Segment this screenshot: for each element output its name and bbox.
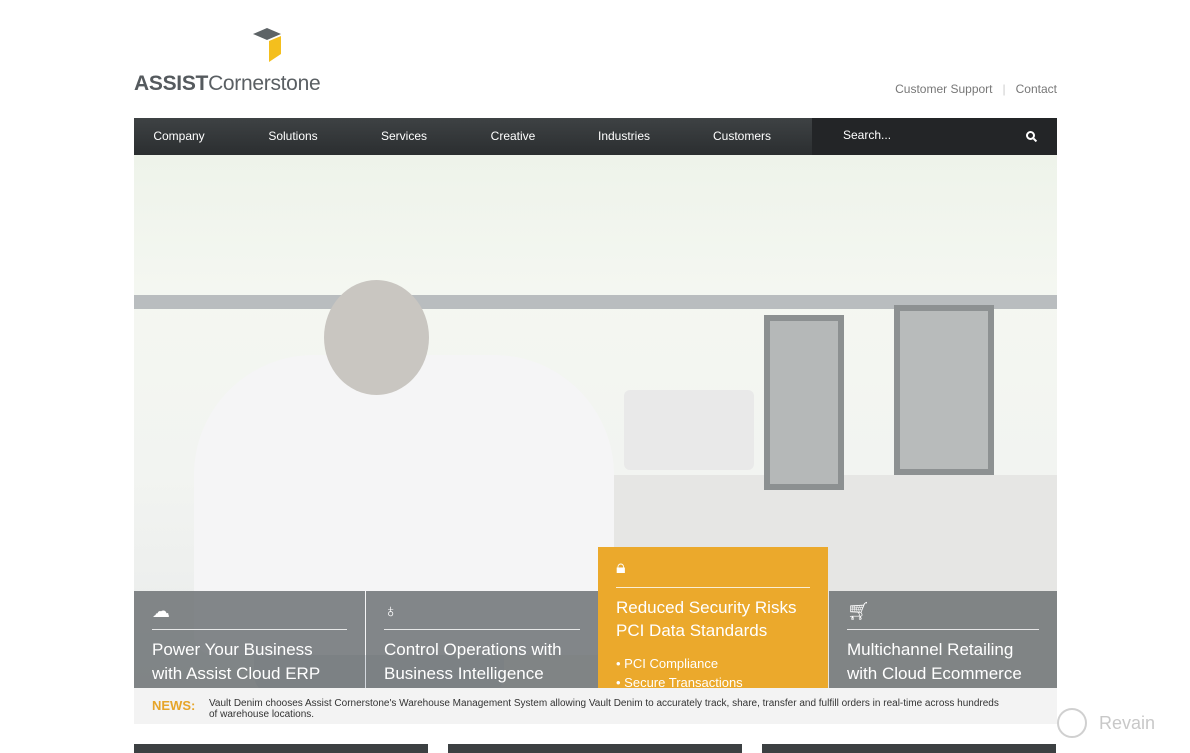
cube-logo-icon — [253, 28, 281, 62]
section-bar — [448, 744, 742, 753]
nav-services[interactable]: Services — [362, 118, 446, 155]
news-text[interactable]: Vault Denim chooses Assist Cornerstone's… — [209, 698, 999, 724]
watermark: Revain — [1057, 708, 1155, 738]
cloud-icon: ☁ — [152, 601, 170, 621]
logo[interactable]: ASSISTCornerstone — [134, 28, 324, 98]
revain-logo-icon — [1057, 708, 1087, 738]
shopping-cart-icon: 🛒︎ — [847, 601, 870, 621]
section-bar — [762, 744, 1056, 753]
tile-security[interactable]: 🔒︎ Reduced Security Risks PCI Data Stand… — [598, 547, 828, 688]
hero-banner: ☁ Power Your Business with Assist Cloud … — [134, 155, 1057, 688]
main-nav: Company Solutions Services Creative Indu… — [134, 118, 1057, 155]
tile-business-intelligence[interactable]: ♁ Control Operations with Business Intel… — [366, 591, 598, 688]
nav-customers[interactable]: Customers — [668, 118, 816, 155]
customer-support-link[interactable]: Customer Support — [895, 82, 992, 96]
lightbulb-icon: ♁ — [384, 601, 398, 621]
news-ticker: NEWS: Vault Denim chooses Assist Corners… — [134, 688, 1057, 724]
divider: | — [1002, 82, 1006, 96]
lock-icon: 🔒︎ — [616, 557, 626, 577]
nav-solutions[interactable]: Solutions — [224, 118, 362, 155]
contact-link[interactable]: Contact — [1016, 82, 1057, 96]
nav-creative[interactable]: Creative — [446, 118, 580, 155]
nav-company[interactable]: Company — [134, 118, 224, 155]
nav-industries[interactable]: Industries — [580, 118, 668, 155]
section-bar — [134, 744, 428, 753]
tile-ecommerce[interactable]: 🛒︎ Multichannel Retailing with Cloud Eco… — [829, 591, 1057, 688]
tile-cloud-erp[interactable]: ☁ Power Your Business with Assist Cloud … — [134, 591, 365, 688]
search-input[interactable]: Search... — [812, 118, 1057, 155]
search-icon[interactable] — [1026, 131, 1035, 140]
